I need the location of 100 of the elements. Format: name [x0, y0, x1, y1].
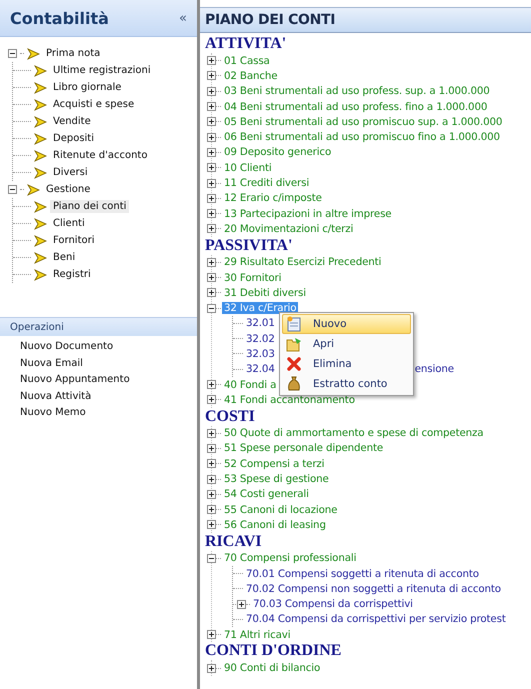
tree-item[interactable]: Gestione [43, 183, 94, 196]
expand-icon[interactable] [207, 102, 216, 112]
expand-icon[interactable] [207, 71, 216, 80]
expand-icon[interactable] [207, 132, 216, 142]
sub-account-item[interactable]: 32.04 [244, 363, 277, 376]
expand-icon[interactable] [207, 194, 216, 203]
sub-account-item[interactable]: 32.01 [244, 317, 277, 330]
tree-item[interactable]: Acquisti e spese [50, 98, 138, 111]
sub-account-item[interactable]: 32.02 [244, 332, 277, 345]
sub-account-item[interactable]: 32.03 [244, 348, 277, 360]
operation-link[interactable]: Nuovo Documento [20, 339, 197, 356]
expand-icon[interactable] [207, 664, 216, 673]
collapse-icon[interactable] [207, 304, 216, 313]
arrow-icon [34, 200, 47, 212]
tree-item[interactable]: Ritenute d'acconto [50, 149, 150, 162]
account-item[interactable]: 51 Spese personale dipendente [222, 442, 386, 454]
account-item[interactable]: 56 Canoni di leasing [222, 518, 328, 531]
arrow-icon [34, 116, 47, 128]
operation-link[interactable]: Nuovo Memo [20, 405, 197, 422]
account-item[interactable]: 09 Deposito generico [222, 146, 334, 158]
arrow-icon [34, 64, 47, 76]
tree-item[interactable]: Piano dei conti [50, 200, 130, 213]
expand-icon[interactable] [207, 459, 216, 468]
collapse-icon[interactable] [8, 49, 17, 58]
expand-icon[interactable] [207, 288, 216, 298]
arrow-icon [34, 98, 47, 110]
operation-link[interactable]: Nuova Attività [20, 388, 197, 405]
account-item[interactable]: 02 Banche [222, 70, 280, 82]
account-item[interactable]: 01 Cassa [222, 54, 272, 67]
expand-icon[interactable] [207, 56, 216, 66]
collapse-icon[interactable] [8, 185, 17, 194]
sub-account-item[interactable]: 70.04 Compensi da corrispettivi per servizio protest [244, 613, 508, 626]
expand-icon[interactable] [207, 224, 216, 234]
operation-link[interactable]: Nuovo Appuntamento [20, 372, 197, 388]
tree-item[interactable]: Beni [50, 251, 78, 264]
tree-item[interactable]: Prima nota [43, 47, 104, 60]
arrow-icon [34, 268, 47, 280]
account-item[interactable]: 11 Crediti diversi [222, 177, 312, 190]
expand-icon[interactable] [207, 490, 216, 499]
expand-icon[interactable] [207, 630, 216, 640]
sub-account-item[interactable]: ensione [412, 363, 456, 376]
expand-icon[interactable] [207, 444, 216, 453]
expand-icon[interactable] [207, 178, 216, 188]
account-item[interactable]: 20 Movimentazioni c/terzi [222, 222, 356, 235]
account-item[interactable]: 31 Debiti diversi [222, 286, 308, 299]
account-item[interactable]: 04 Beni strumentali ad uso profess. fino a 1.000.000 [222, 100, 490, 113]
account-item[interactable]: 29 Risultato Esercizi Precedenti [222, 256, 384, 268]
account-item[interactable]: 05 Beni strumentali ad uso promiscuo sup. a 1.000.000 [222, 116, 504, 128]
tree-item[interactable]: Libro giornale [50, 81, 124, 94]
section-title: Operazioni [10, 322, 64, 332]
menu-item[interactable]: Elimina [282, 354, 411, 374]
tree-item[interactable]: Vendite [50, 115, 94, 128]
account-item[interactable]: 13 Partecipazioni in altre imprese [222, 208, 394, 220]
account-item[interactable]: 90 Conti di bilancio [222, 662, 322, 674]
collapse-icon[interactable] [207, 554, 216, 563]
page-title: PIANO DEI CONTI [205, 12, 336, 28]
expand-icon[interactable] [207, 520, 216, 530]
account-item[interactable]: 10 Clienti [222, 162, 274, 174]
account-item[interactable]: 12 Erario c/imposte [222, 192, 324, 204]
expand-icon[interactable] [207, 86, 216, 96]
sub-account-item[interactable]: 70.03 Compensi da corrispettivi [251, 598, 415, 610]
expand-icon[interactable] [207, 209, 216, 218]
expand-icon[interactable] [207, 273, 216, 282]
expand-icon[interactable] [207, 258, 216, 267]
expand-icon[interactable] [207, 428, 216, 438]
account-item[interactable]: 30 Fornitori [222, 272, 284, 284]
tree-item[interactable]: Registri [50, 268, 94, 281]
expand-icon[interactable] [207, 395, 216, 404]
tree-item[interactable]: Depositi [50, 132, 98, 145]
account-item[interactable]: 06 Beni strumentali ad uso promiscuo fino a 1.000.000 [222, 131, 502, 144]
account-item[interactable]: 53 Spese di gestione [222, 473, 331, 486]
menu-item[interactable]: Nuovo [282, 314, 411, 334]
tree-item[interactable]: Clienti [50, 217, 88, 230]
expand-icon[interactable] [207, 148, 216, 157]
tree-item[interactable]: Diversi [50, 166, 91, 179]
expand-icon[interactable] [207, 380, 216, 390]
tree-item[interactable]: Ultime registrazioni [50, 64, 154, 77]
account-item[interactable]: 55 Canoni di locazione [222, 504, 340, 516]
account-item[interactable]: 50 Quote di ammortamento e spese di competenza [222, 427, 486, 440]
menu-item[interactable]: Apri [282, 334, 411, 354]
sub-account-item[interactable]: 70.01 Compensi soggetti a ritenuta di acconto [244, 568, 481, 580]
expand-icon[interactable] [207, 505, 216, 514]
operation-link[interactable]: Nuova Email [20, 356, 197, 372]
account-item[interactable]: 41 Fondi accantonamento [222, 394, 357, 406]
menu-item[interactable]: Estratto conto [282, 374, 411, 394]
account-item[interactable]: 40 Fondi a [222, 378, 278, 391]
account-item[interactable]: 70 Compensi professionali [222, 552, 358, 564]
account-item[interactable]: 71 Altri ricavi [222, 628, 292, 641]
expand-icon[interactable] [237, 600, 246, 609]
account-item[interactable]: 52 Compensi a terzi [222, 458, 326, 470]
arrow-icon [34, 150, 47, 162]
account-item[interactable]: 54 Costi generali [222, 488, 311, 500]
sub-account-item[interactable]: 70.02 Compensi non soggetti a ritenuta di acconto [244, 582, 503, 595]
expand-icon[interactable] [207, 117, 216, 126]
expand-icon[interactable] [207, 474, 216, 484]
collapse-button[interactable]: « [179, 10, 187, 26]
arrow-icon [34, 166, 47, 178]
expand-icon[interactable] [207, 163, 216, 172]
tree-item[interactable]: Fornitori [50, 234, 98, 247]
account-item[interactable]: 03 Beni strumentali ad uso profess. sup. a 1.000.000 [222, 85, 492, 98]
